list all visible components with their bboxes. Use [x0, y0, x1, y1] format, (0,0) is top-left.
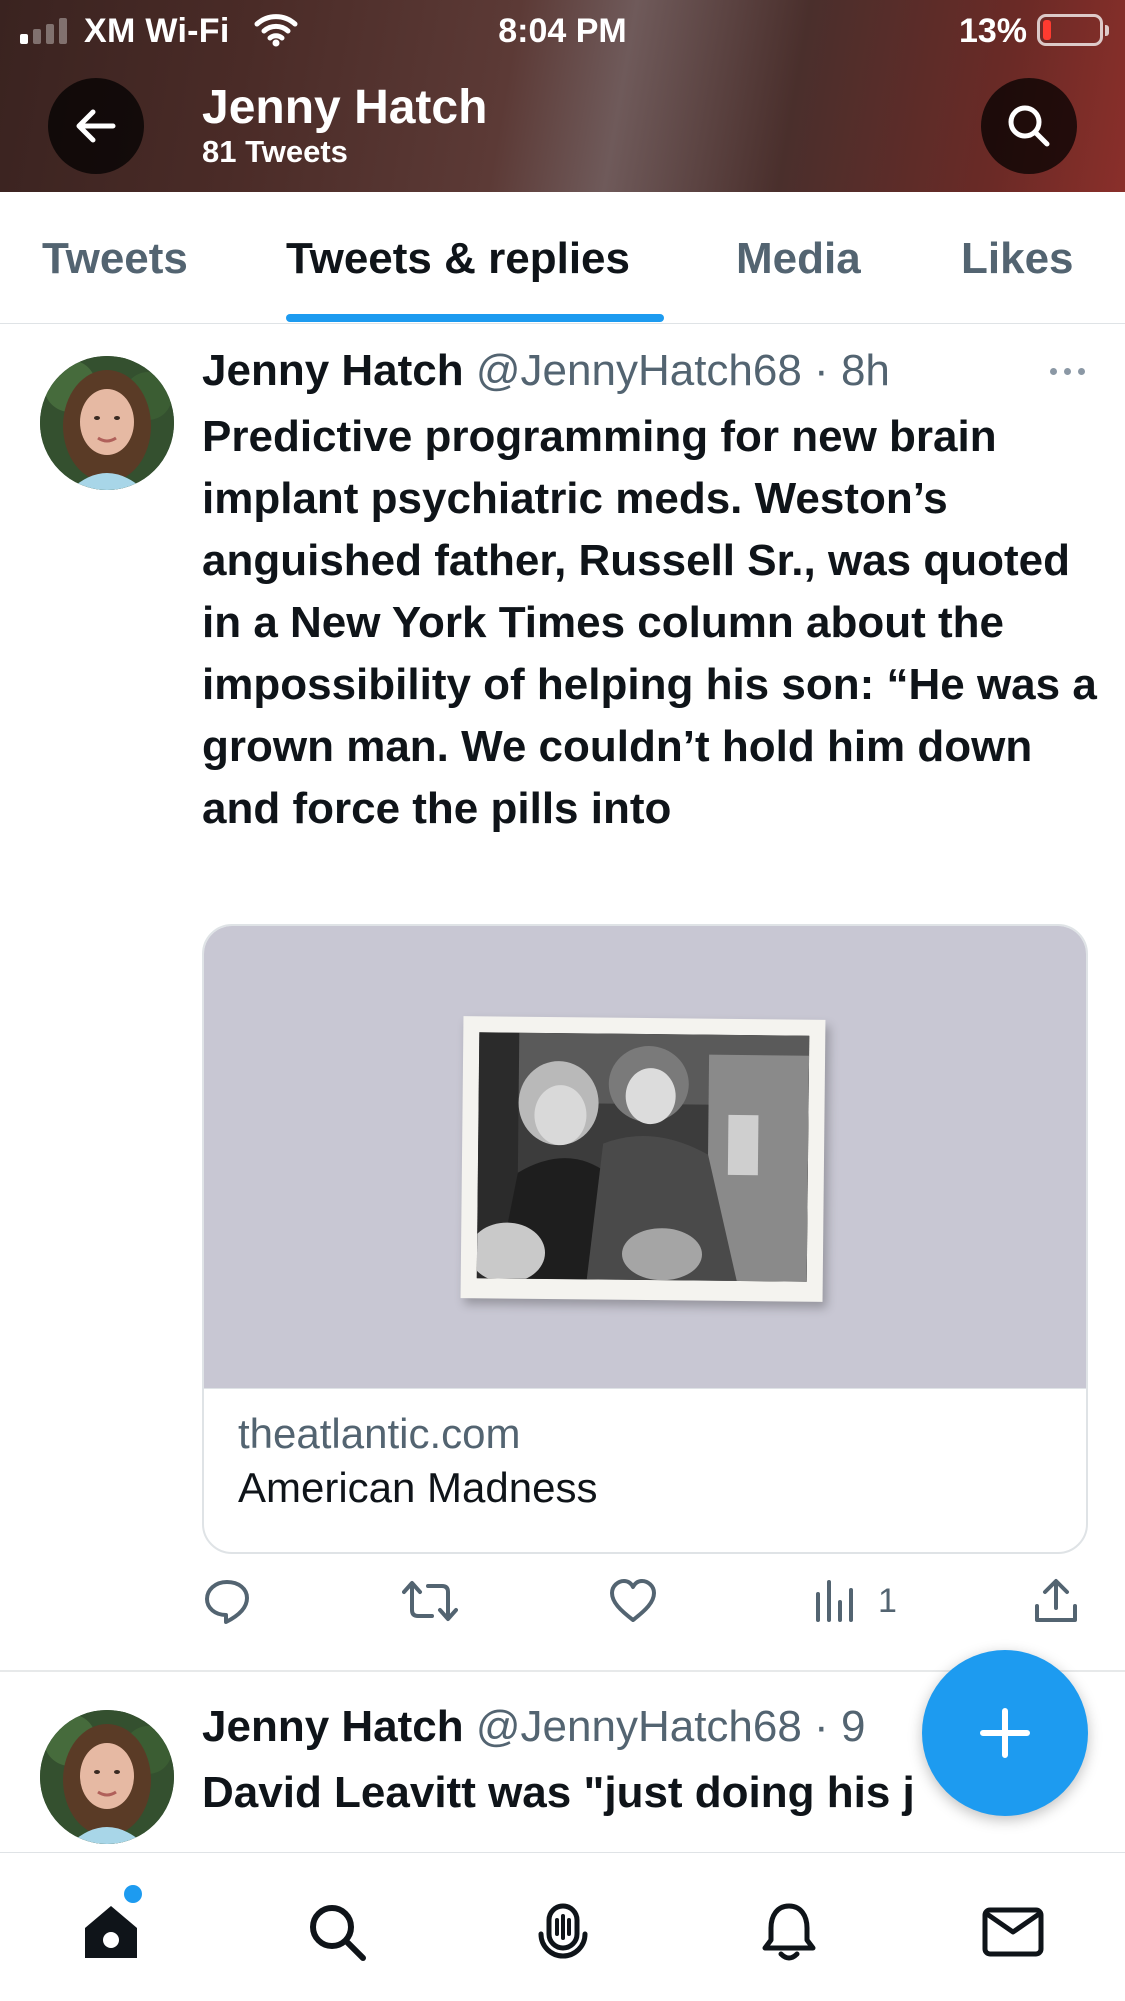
profile-name: Jenny Hatch — [202, 81, 488, 134]
like-button[interactable] — [608, 1576, 658, 1626]
nav-home[interactable] — [76, 1897, 146, 1967]
compose-tweet-button[interactable] — [922, 1650, 1088, 1816]
nav-spaces[interactable] — [528, 1897, 598, 1967]
tweet-header: Jenny Hatch @JennyHatch68 · 9 — [202, 1702, 865, 1752]
search-icon — [310, 1905, 366, 1961]
tweet-header: Jenny Hatch @JennyHatch68 · 8h — [202, 346, 890, 396]
nav-messages[interactable] — [978, 1897, 1048, 1967]
mail-icon — [982, 1907, 1044, 1957]
back-button[interactable] — [48, 78, 144, 174]
bell-icon — [762, 1903, 816, 1961]
arrow-left-icon — [76, 109, 116, 143]
author-handle-time: @JennyHatch68 · 8h — [475, 346, 890, 395]
profile-tabs: Tweets Tweets & replies Media Likes — [0, 192, 1125, 324]
home-icon — [85, 1906, 137, 1958]
profile-header: XM Wi-Fi 8:04 PM 13% Jenny Hatch 81 Twee… — [0, 0, 1125, 192]
tweet-actions: 1 — [202, 1576, 1088, 1632]
plus-icon — [980, 1708, 1030, 1758]
tab-tweets[interactable]: Tweets — [42, 234, 188, 284]
link-preview-card[interactable]: theatlantic.com American Madness — [202, 924, 1088, 1554]
tab-media[interactable]: Media — [736, 234, 861, 284]
retweet-icon — [402, 1581, 458, 1621]
reply-icon — [205, 1580, 249, 1624]
author-name[interactable]: Jenny Hatch — [202, 346, 464, 395]
author-name[interactable]: Jenny Hatch — [202, 1702, 464, 1751]
card-image — [204, 926, 1086, 1389]
search-button[interactable] — [981, 78, 1077, 174]
search-icon — [1008, 105, 1050, 147]
card-domain: theatlantic.com — [238, 1410, 521, 1457]
views-button[interactable]: 1 — [814, 1576, 897, 1626]
bottom-navigation — [0, 1852, 1125, 2001]
analytics-icon — [816, 1580, 853, 1622]
avatar[interactable] — [40, 1710, 174, 1844]
retweet-button[interactable] — [402, 1576, 458, 1626]
card-title: American Madness — [238, 1464, 598, 1511]
tab-likes[interactable]: Likes — [961, 234, 1074, 284]
home-notification-dot — [124, 1885, 142, 1903]
status-time: 8:04 PM — [498, 12, 627, 50]
author-handle-time: @JennyHatch68 · 9 — [475, 1702, 866, 1751]
battery-percent: 13% — [958, 12, 1027, 50]
more-options-button[interactable] — [1050, 368, 1085, 375]
tab-tweets-and-replies[interactable]: Tweets & replies — [286, 234, 630, 284]
status-bar: XM Wi-Fi 8:04 PM 13% — [0, 0, 1125, 64]
tweet-count: 81 Tweets — [202, 134, 348, 169]
nav-search[interactable] — [302, 1897, 372, 1967]
views-count: 1 — [878, 1581, 897, 1620]
active-tab-indicator — [286, 314, 664, 322]
share-icon — [1035, 1579, 1077, 1622]
battery-icon — [1037, 14, 1109, 46]
vintage-photo — [460, 1016, 826, 1302]
tweet-text: Predictive programming for new brain imp… — [202, 412, 1097, 833]
spaces-icon — [538, 1903, 588, 1959]
heart-icon — [610, 1579, 656, 1622]
share-button[interactable] — [1032, 1576, 1080, 1626]
reply-button[interactable] — [202, 1576, 252, 1626]
nav-notifications[interactable] — [754, 1897, 824, 1967]
avatar[interactable] — [40, 356, 174, 490]
